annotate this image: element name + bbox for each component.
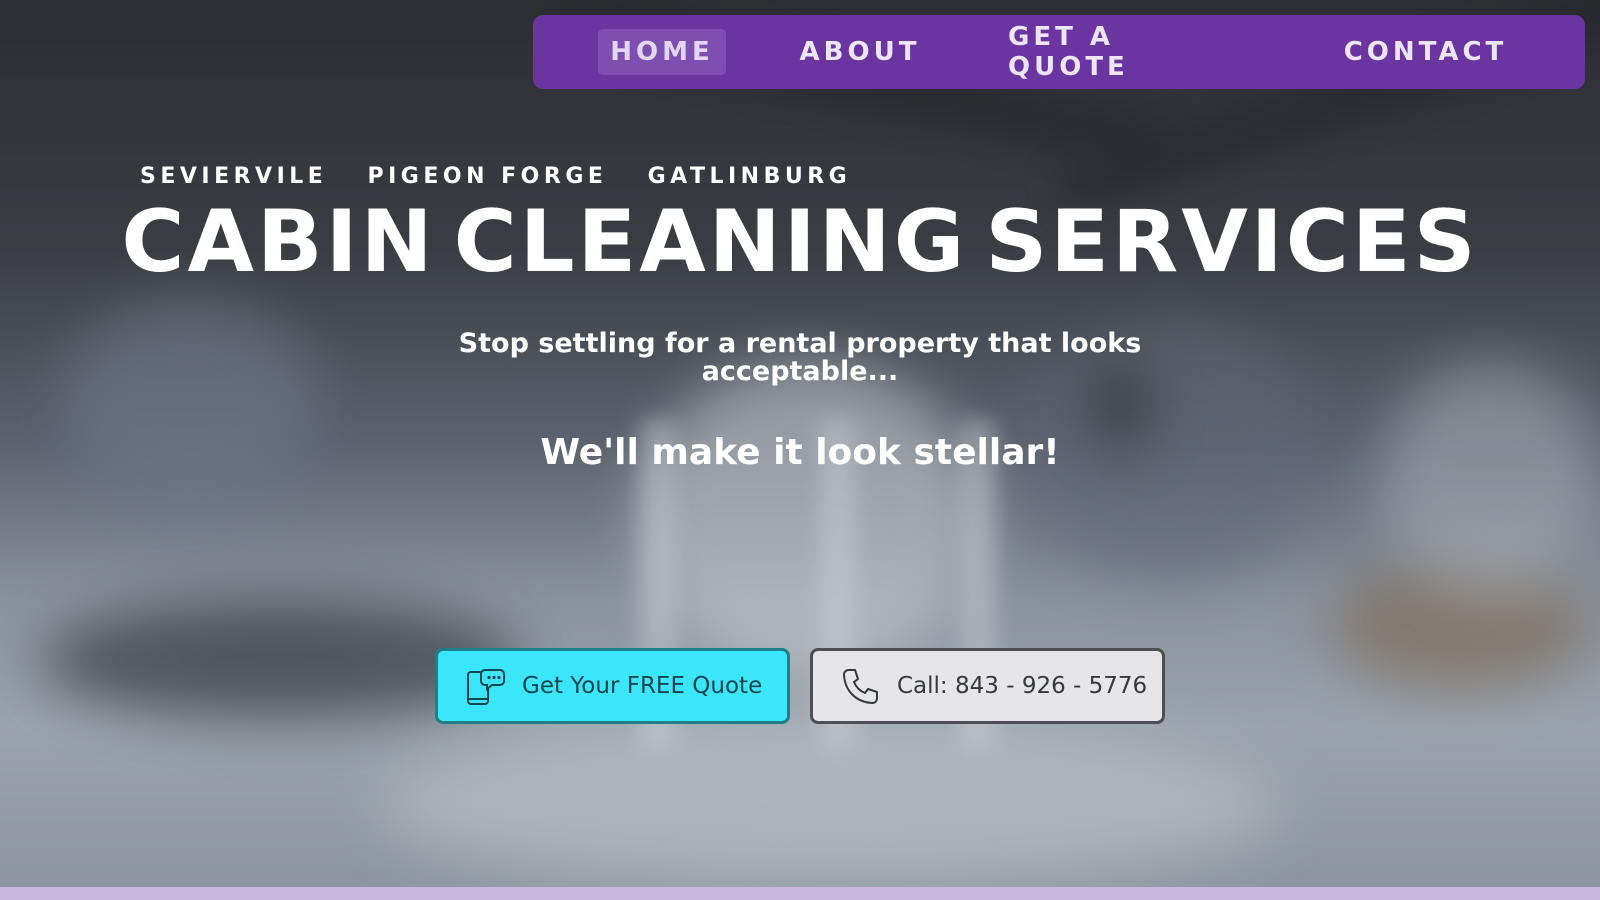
hero-title: CABIN CLEANING SERVICES bbox=[0, 192, 1600, 292]
hero-title-word: CABIN bbox=[121, 192, 436, 292]
location-pigeon-forge: PIGEON FORGE bbox=[367, 164, 608, 189]
location-sevierville: SEVIERVILE bbox=[140, 164, 328, 189]
phone-icon bbox=[839, 665, 881, 707]
get-free-quote-button[interactable]: Get Your FREE Quote bbox=[435, 648, 790, 724]
location-gatlinburg: GATLINBURG bbox=[647, 164, 852, 189]
nav-home[interactable]: HOME bbox=[598, 29, 726, 75]
get-free-quote-label: Get Your FREE Quote bbox=[522, 673, 763, 699]
main-nav: HOME ABOUT GET A QUOTE CONTACT bbox=[533, 15, 1585, 89]
hero-title-word: CLEANING bbox=[453, 192, 968, 292]
phone-chat-icon bbox=[464, 665, 506, 707]
bottom-strip bbox=[0, 887, 1600, 900]
hero-title-word: SERVICES bbox=[985, 192, 1479, 292]
nav-about[interactable]: ABOUT bbox=[795, 29, 925, 75]
nav-get-a-quote[interactable]: GET A QUOTE bbox=[1008, 22, 1238, 82]
hero-subtitle: Stop settling for a rental property that… bbox=[458, 328, 1142, 387]
nav-contact[interactable]: CONTACT bbox=[1343, 29, 1508, 75]
call-phone-button[interactable]: Call: 843 - 926 - 5776 bbox=[810, 648, 1165, 724]
call-phone-label: Call: 843 - 926 - 5776 bbox=[897, 673, 1148, 699]
service-locations: SEVIERVILE PIGEON FORGE GATLINBURG bbox=[140, 164, 879, 189]
hero-tagline: We'll make it look stellar! bbox=[540, 432, 1060, 473]
